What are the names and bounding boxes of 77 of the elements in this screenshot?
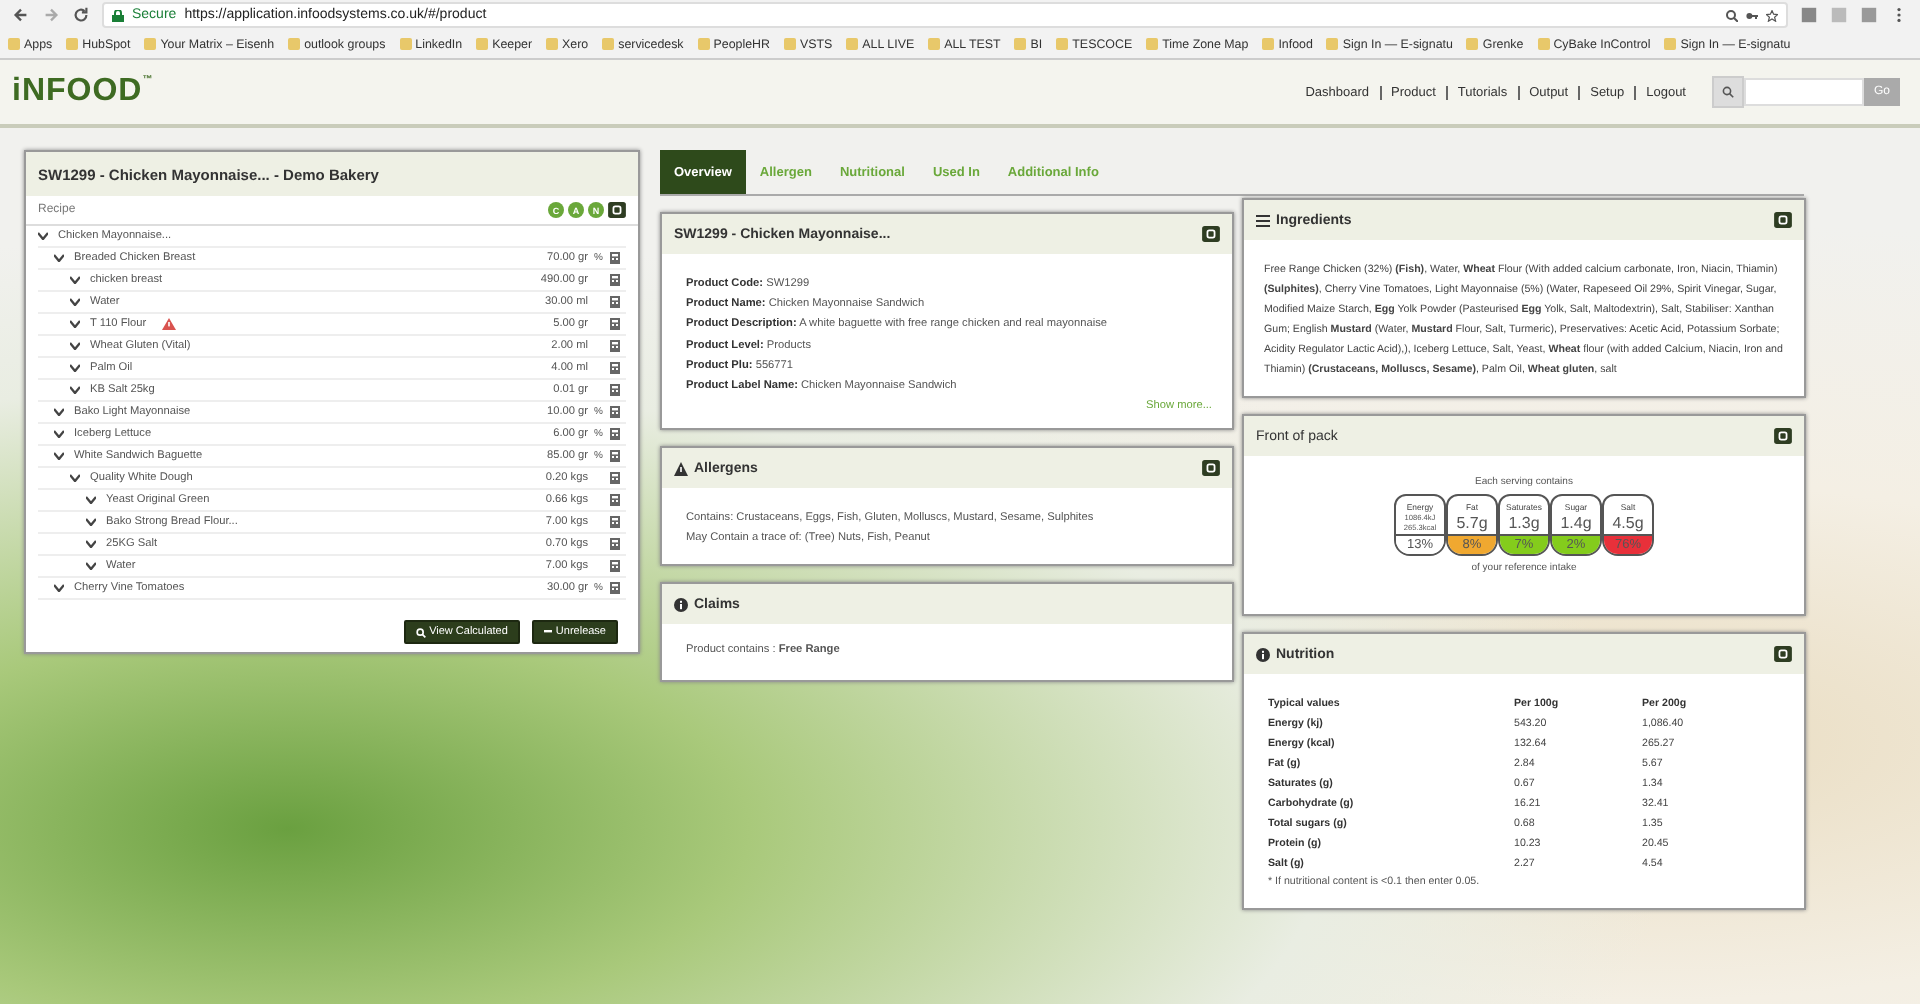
chevron-icon[interactable] [38,232,48,240]
chevron-icon[interactable] [54,408,64,416]
search-field[interactable] [1744,78,1864,106]
nutrient-value: 4.5g [1612,513,1644,533]
bookmark-icon [1262,38,1275,50]
bookmark-icon [288,38,301,50]
bookmark-icon [602,38,615,50]
calculator-icon[interactable] [610,516,620,528]
calculator-icon[interactable] [610,494,620,506]
export-icon[interactable] [1202,226,1220,242]
calculator-icon[interactable] [610,252,620,264]
back-icon[interactable] [12,6,30,24]
calculator-icon[interactable] [610,362,620,374]
nutrient-value: 5.7g [1456,513,1488,533]
chevron-icon[interactable] [86,496,96,504]
calculator-icon[interactable] [610,340,620,352]
chevron-icon[interactable] [70,364,80,372]
bookmark-icon [846,38,859,50]
reload-icon[interactable] [72,6,90,24]
export-icon[interactable] [608,202,626,218]
chevron-icon[interactable] [54,430,64,438]
lock-icon [112,9,124,21]
zoom-icon[interactable] [1726,9,1738,21]
export-icon[interactable] [1774,646,1792,662]
bookmark-icon [1056,38,1069,50]
list-icon [1256,213,1270,227]
chevron-icon[interactable] [70,342,80,350]
bookmark-icon [1466,38,1479,50]
chevron-icon[interactable] [86,540,96,548]
calculator-icon[interactable] [610,428,620,440]
chevron-icon[interactable] [70,320,80,328]
calculator-icon[interactable] [610,560,620,572]
chevron-icon[interactable] [70,474,80,482]
bookmark-icon [1014,38,1027,50]
bookmark-icon [476,38,489,50]
bookmark-icon [546,38,559,50]
warning-icon [674,461,688,476]
chevron-icon[interactable] [86,562,96,570]
export-icon[interactable] [1774,428,1792,444]
calculator-icon[interactable] [610,538,620,550]
chevron-icon[interactable] [70,386,80,394]
bookmark-icon [399,38,412,50]
bookmark-icon [1537,38,1550,50]
calculator-icon[interactable] [610,274,620,286]
calculator-icon[interactable] [610,384,620,396]
export-icon[interactable] [1202,460,1220,477]
calculator-icon[interactable] [610,318,620,330]
chevron-icon[interactable] [70,276,80,284]
search-icon [415,627,426,637]
bookmark-icon [1664,38,1677,50]
key-icon[interactable] [1746,9,1758,21]
nutrient-value: 1.4g [1560,513,1592,533]
bookmark-icon [784,38,796,50]
info-icon [1256,647,1270,661]
minus-icon [543,630,552,634]
calculator-icon[interactable] [610,582,620,594]
chevron-icon[interactable] [54,452,64,460]
bookmark-icon [1146,38,1159,50]
bookmark-icon [697,38,710,50]
nutrient-value: 1.3g [1508,513,1540,533]
bookmark-icon [1326,38,1339,50]
chevron-icon[interactable] [54,584,64,592]
bookmark-icon [8,38,20,50]
bookmark-icon [928,38,941,50]
chevron-icon[interactable] [54,254,64,262]
chevron-icon[interactable] [70,298,80,306]
search-icon[interactable] [1712,76,1744,108]
star-icon[interactable] [1766,9,1778,21]
calculator-icon[interactable] [610,296,620,308]
bookmark-icon [66,38,79,50]
chevron-icon[interactable] [86,518,96,526]
bookmark-icon [144,38,157,50]
calculator-icon[interactable] [610,406,620,418]
calculator-icon[interactable] [610,472,620,484]
calculator-icon[interactable] [610,450,620,462]
info-icon [674,597,688,612]
export-icon[interactable] [1774,212,1792,228]
